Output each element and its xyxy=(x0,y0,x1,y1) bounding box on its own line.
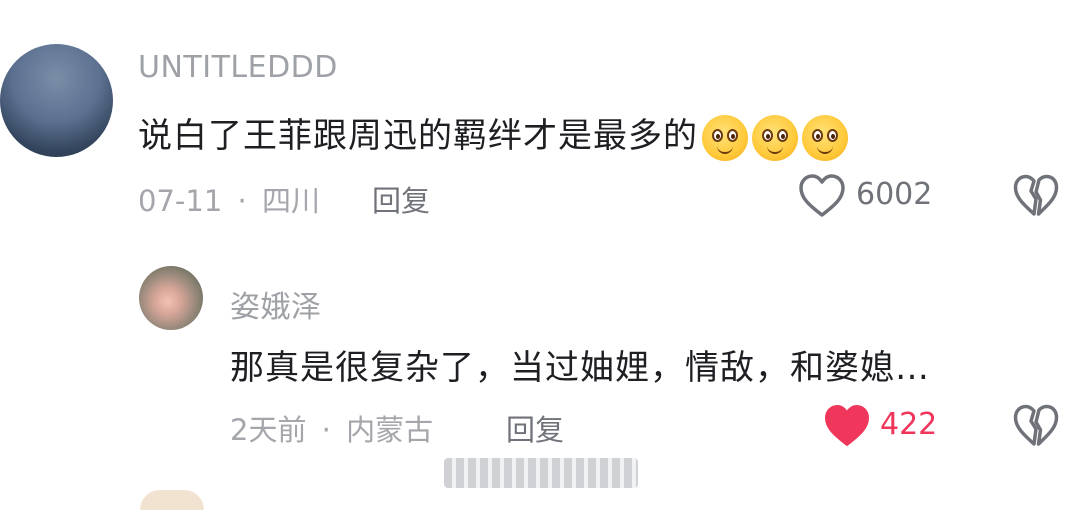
comment-date: 07-11 xyxy=(138,184,223,218)
reply-dislike-button[interactable] xyxy=(1012,402,1060,450)
broken-heart-icon xyxy=(1013,174,1059,216)
comment-meta: 07-11 · 四川 xyxy=(138,178,320,220)
heart-outline-icon xyxy=(799,174,845,217)
reply-date: 2天前 xyxy=(230,413,307,447)
heart-filled-icon xyxy=(825,405,869,446)
grinning-face-emoji xyxy=(702,114,748,161)
reply-avatar[interactable] xyxy=(139,266,203,330)
like-count: 6002 xyxy=(856,177,933,212)
comment-username[interactable]: UNTITLEDDD xyxy=(138,50,338,85)
reply-meta: 2天前 · 内蒙古 xyxy=(230,407,433,449)
next-comment-avatar xyxy=(140,490,204,510)
meta-separator: · xyxy=(321,413,331,447)
meta-separator: · xyxy=(237,184,247,218)
reply-reply-button[interactable]: 回复 xyxy=(506,407,564,449)
broken-heart-icon xyxy=(1013,404,1059,446)
comment-text: 说白了王菲跟周迅的羁绊才是最多的 xyxy=(138,108,848,161)
reply-text: 那真是很复杂了，当过妯娌，情敌，和婆媳… xyxy=(230,348,930,388)
reply-like-button[interactable] xyxy=(822,402,872,450)
avatar[interactable] xyxy=(0,44,113,157)
reply-like-count: 422 xyxy=(880,407,938,442)
comment-location: 四川 xyxy=(261,184,320,218)
comment-body: 说白了王菲跟周迅的羁绊才是最多的 xyxy=(138,116,698,156)
reply-button[interactable]: 回复 xyxy=(372,178,430,220)
dislike-button[interactable] xyxy=(1012,172,1060,220)
grinning-face-emoji xyxy=(802,114,848,161)
expand-replies-placeholder[interactable] xyxy=(444,458,638,488)
reply-location: 内蒙古 xyxy=(346,413,434,447)
grinning-face-emoji xyxy=(752,114,798,161)
like-button[interactable] xyxy=(797,172,847,220)
reply-username[interactable]: 姿娥泽 xyxy=(230,282,322,326)
